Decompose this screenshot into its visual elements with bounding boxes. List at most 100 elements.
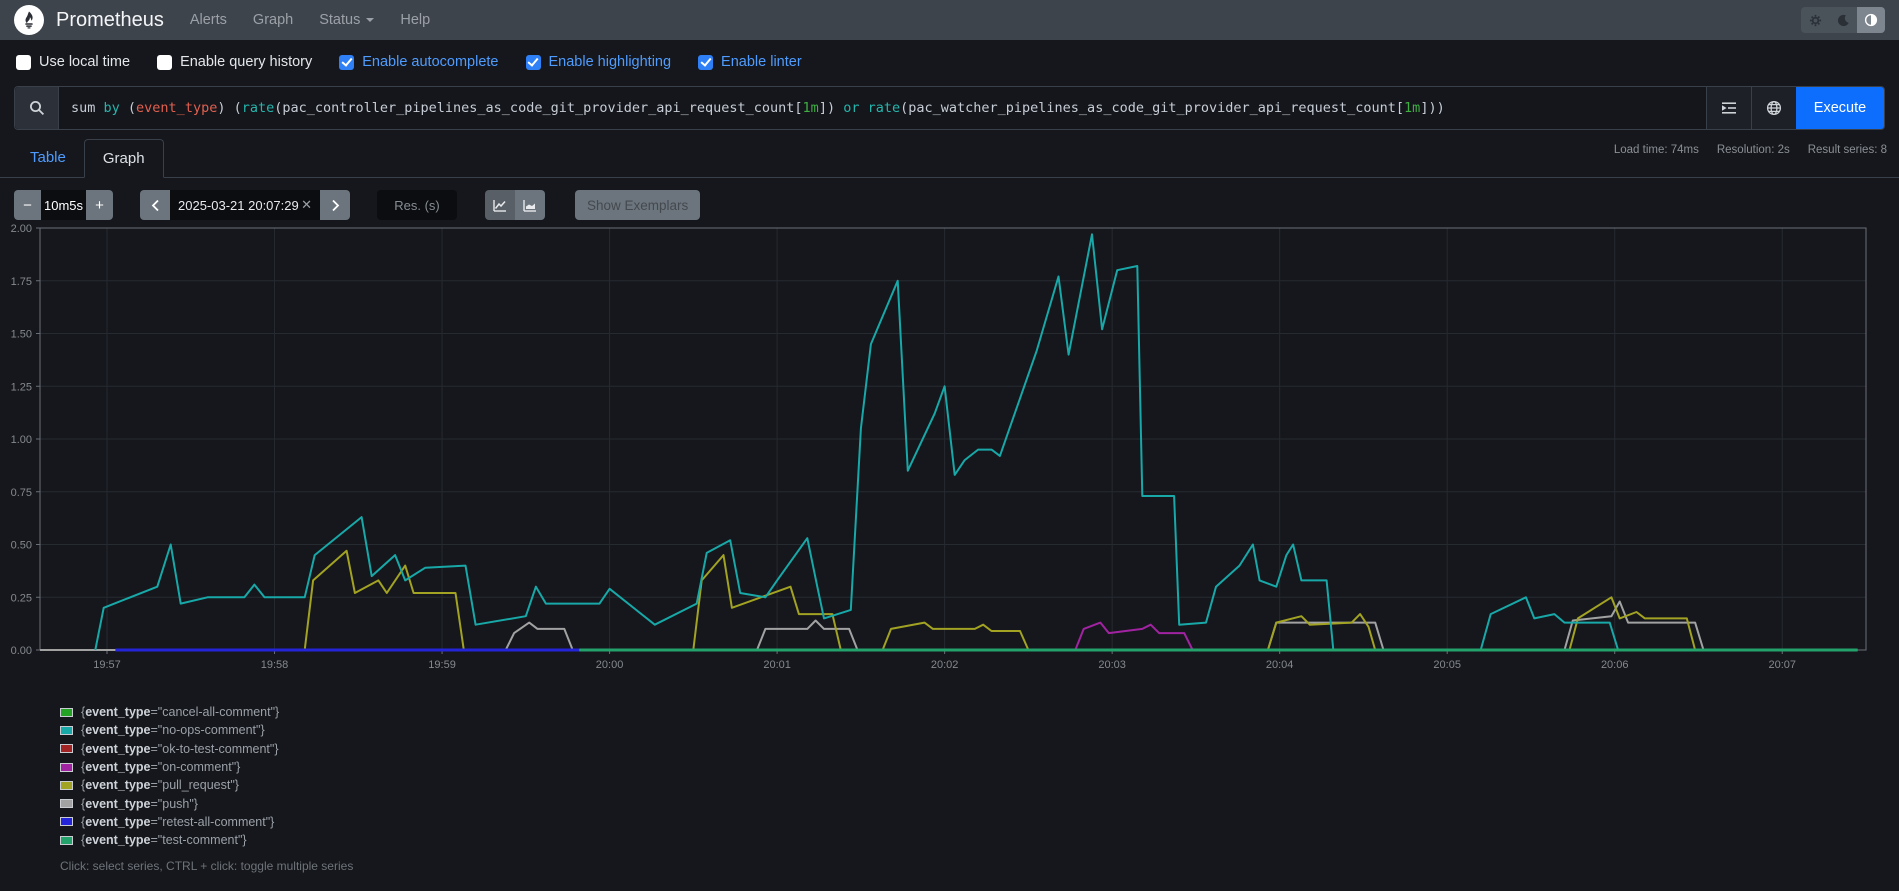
- legend-item-no-ops-comment[interactable]: {event_type="no-ops-comment"}: [60, 721, 1899, 739]
- clear-time-button[interactable]: ✕: [301, 197, 312, 213]
- svg-text:0.00: 0.00: [11, 645, 32, 657]
- end-time-value: 2025-03-21 20:07:29: [178, 198, 299, 213]
- stacked-chart-icon: [523, 199, 537, 212]
- svg-text:2.00: 2.00: [11, 223, 32, 235]
- series-color-swatch: [60, 817, 73, 826]
- nav-link-graph[interactable]: Graph: [253, 12, 293, 28]
- nav-link-status[interactable]: Status: [319, 12, 374, 28]
- app-title: Prometheus: [56, 9, 164, 32]
- query-options-row: Use local time Enable query history Enab…: [0, 40, 1899, 80]
- dark-mode-button[interactable]: [1829, 7, 1857, 33]
- series-label: {event_type="cancel-all-comment"}: [81, 705, 279, 719]
- legend-item-retest-all-comment[interactable]: {event_type="retest-all-comment"}: [60, 813, 1899, 831]
- series-color-swatch: [60, 836, 73, 845]
- svg-text:20:02: 20:02: [931, 659, 959, 671]
- execute-button[interactable]: Execute: [1796, 87, 1884, 129]
- legend-hint: Click: select series, CTRL + click: togg…: [60, 859, 1899, 873]
- legend-item-cancel-all-comment[interactable]: {event_type="cancel-all-comment"}: [60, 703, 1899, 721]
- svg-text:19:58: 19:58: [261, 659, 289, 671]
- line-chart-icon: [493, 199, 507, 212]
- checkbox-enable-query-history[interactable]: Enable query history: [157, 54, 312, 70]
- checkbox-enable-highlighting[interactable]: Enable highlighting: [526, 54, 672, 70]
- explain-query-button[interactable]: [1751, 87, 1796, 129]
- series-color-swatch: [60, 799, 73, 808]
- svg-text:1.75: 1.75: [11, 276, 32, 288]
- svg-text:0.50: 0.50: [11, 540, 32, 552]
- graph-panel[interactable]: 0.00 0.25 0.50 0.75 1.00 1.25 1.50 1.75 2.00 19:5…: [0, 222, 1899, 679]
- checkbox-icon: [16, 55, 31, 70]
- end-time-input[interactable]: 2025-03-21 20:07:29 ✕: [170, 190, 320, 220]
- resolution-input[interactable]: [377, 190, 457, 220]
- load-time-stat: Load time: 74ms: [1614, 144, 1699, 156]
- time-forward-button[interactable]: [320, 190, 350, 220]
- moon-icon: [1837, 14, 1850, 27]
- nav-link-alerts[interactable]: Alerts: [190, 12, 227, 28]
- series-label: {event_type="on-comment"}: [81, 760, 240, 774]
- range-stepper: − +: [14, 190, 113, 220]
- svg-text:20:00: 20:00: [596, 659, 624, 671]
- svg-text:20:03: 20:03: [1098, 659, 1126, 671]
- series-color-swatch: [60, 708, 73, 717]
- auto-contrast-button[interactable]: [1857, 7, 1885, 33]
- panel-tabs: Table Graph Load time: 74ms Resolution: …: [0, 138, 1899, 178]
- prometheus-logo-icon[interactable]: [14, 5, 44, 35]
- legend-item-ok-to-test-comment[interactable]: {event_type="ok-to-test-comment"}: [60, 740, 1899, 758]
- stacked-chart-button[interactable]: [515, 190, 545, 220]
- series-label: {event_type="test-comment"}: [81, 833, 247, 847]
- legend-item-pull-request[interactable]: {event_type="pull_request"}: [60, 776, 1899, 794]
- svg-text:0.25: 0.25: [11, 592, 32, 604]
- navbar: Prometheus Alerts Graph Status Help: [0, 0, 1899, 40]
- gear-icon: [1809, 14, 1822, 27]
- svg-text:20:07: 20:07: [1768, 659, 1796, 671]
- chevron-right-icon: [331, 199, 340, 212]
- series-legend: {event_type="cancel-all-comment"} {event…: [60, 703, 1899, 849]
- globe-icon: [1766, 100, 1782, 116]
- metrics-explorer-button[interactable]: [1706, 87, 1751, 129]
- range-duration-input[interactable]: [41, 190, 86, 220]
- series-color-swatch: [60, 781, 73, 790]
- tab-table[interactable]: Table: [12, 139, 84, 178]
- settings-button[interactable]: [1801, 7, 1829, 33]
- svg-text:19:59: 19:59: [428, 659, 456, 671]
- decrease-range-button[interactable]: −: [14, 190, 41, 220]
- series-label: {event_type="no-ops-comment"}: [81, 723, 265, 737]
- svg-text:20:04: 20:04: [1266, 659, 1294, 671]
- svg-text:1.25: 1.25: [11, 381, 32, 393]
- chart-type-toggle: [485, 190, 545, 220]
- resolution-stat: Resolution: 2s: [1717, 144, 1790, 156]
- series-color-swatch: [60, 726, 73, 735]
- svg-text:1.00: 1.00: [11, 434, 32, 446]
- svg-text:20:05: 20:05: [1433, 659, 1461, 671]
- time-back-button[interactable]: [140, 190, 170, 220]
- svg-text:19:57: 19:57: [93, 659, 121, 671]
- increase-range-button[interactable]: +: [86, 190, 113, 220]
- chevron-down-icon: [366, 18, 374, 22]
- series-label: {event_type="ok-to-test-comment"}: [81, 742, 279, 756]
- series-color-swatch: [60, 763, 73, 772]
- checkbox-icon: [339, 55, 354, 70]
- show-exemplars-button[interactable]: Show Exemplars: [575, 190, 700, 220]
- nav-link-help[interactable]: Help: [400, 12, 430, 28]
- tab-graph[interactable]: Graph: [84, 139, 164, 178]
- series-color-swatch: [60, 744, 73, 753]
- checkbox-enable-autocomplete[interactable]: Enable autocomplete: [339, 54, 498, 70]
- svg-text:20:01: 20:01: [763, 659, 791, 671]
- legend-item-on-comment[interactable]: {event_type="on-comment"}: [60, 758, 1899, 776]
- legend-item-push[interactable]: {event_type="push"}: [60, 794, 1899, 812]
- search-icon: [15, 87, 59, 129]
- series-label: {event_type="push"}: [81, 797, 198, 811]
- query-input-group: sum by (event_type) (rate(pac_controller…: [14, 86, 1885, 130]
- svg-text:1.50: 1.50: [11, 329, 32, 341]
- legend-item-test-comment[interactable]: {event_type="test-comment"}: [60, 831, 1899, 849]
- svg-text:0.75: 0.75: [11, 487, 32, 499]
- time-series-chart[interactable]: 0.00 0.25 0.50 0.75 1.00 1.25 1.50 1.75 2.00 19:5…: [0, 222, 1880, 674]
- graph-controls: − + 2025-03-21 20:07:29 ✕: [14, 190, 1899, 220]
- metrics-explorer-icon: [1721, 101, 1737, 115]
- query-stats: Load time: 74ms Resolution: 2s Result se…: [1614, 144, 1887, 156]
- line-chart-button[interactable]: [485, 190, 515, 220]
- series-label: {event_type="retest-all-comment"}: [81, 815, 274, 829]
- checkbox-enable-linter[interactable]: Enable linter: [698, 54, 802, 70]
- checkbox-use-local-time[interactable]: Use local time: [16, 54, 130, 70]
- query-expression-input[interactable]: sum by (event_type) (rate(pac_controller…: [59, 87, 1706, 129]
- checkbox-icon: [698, 55, 713, 70]
